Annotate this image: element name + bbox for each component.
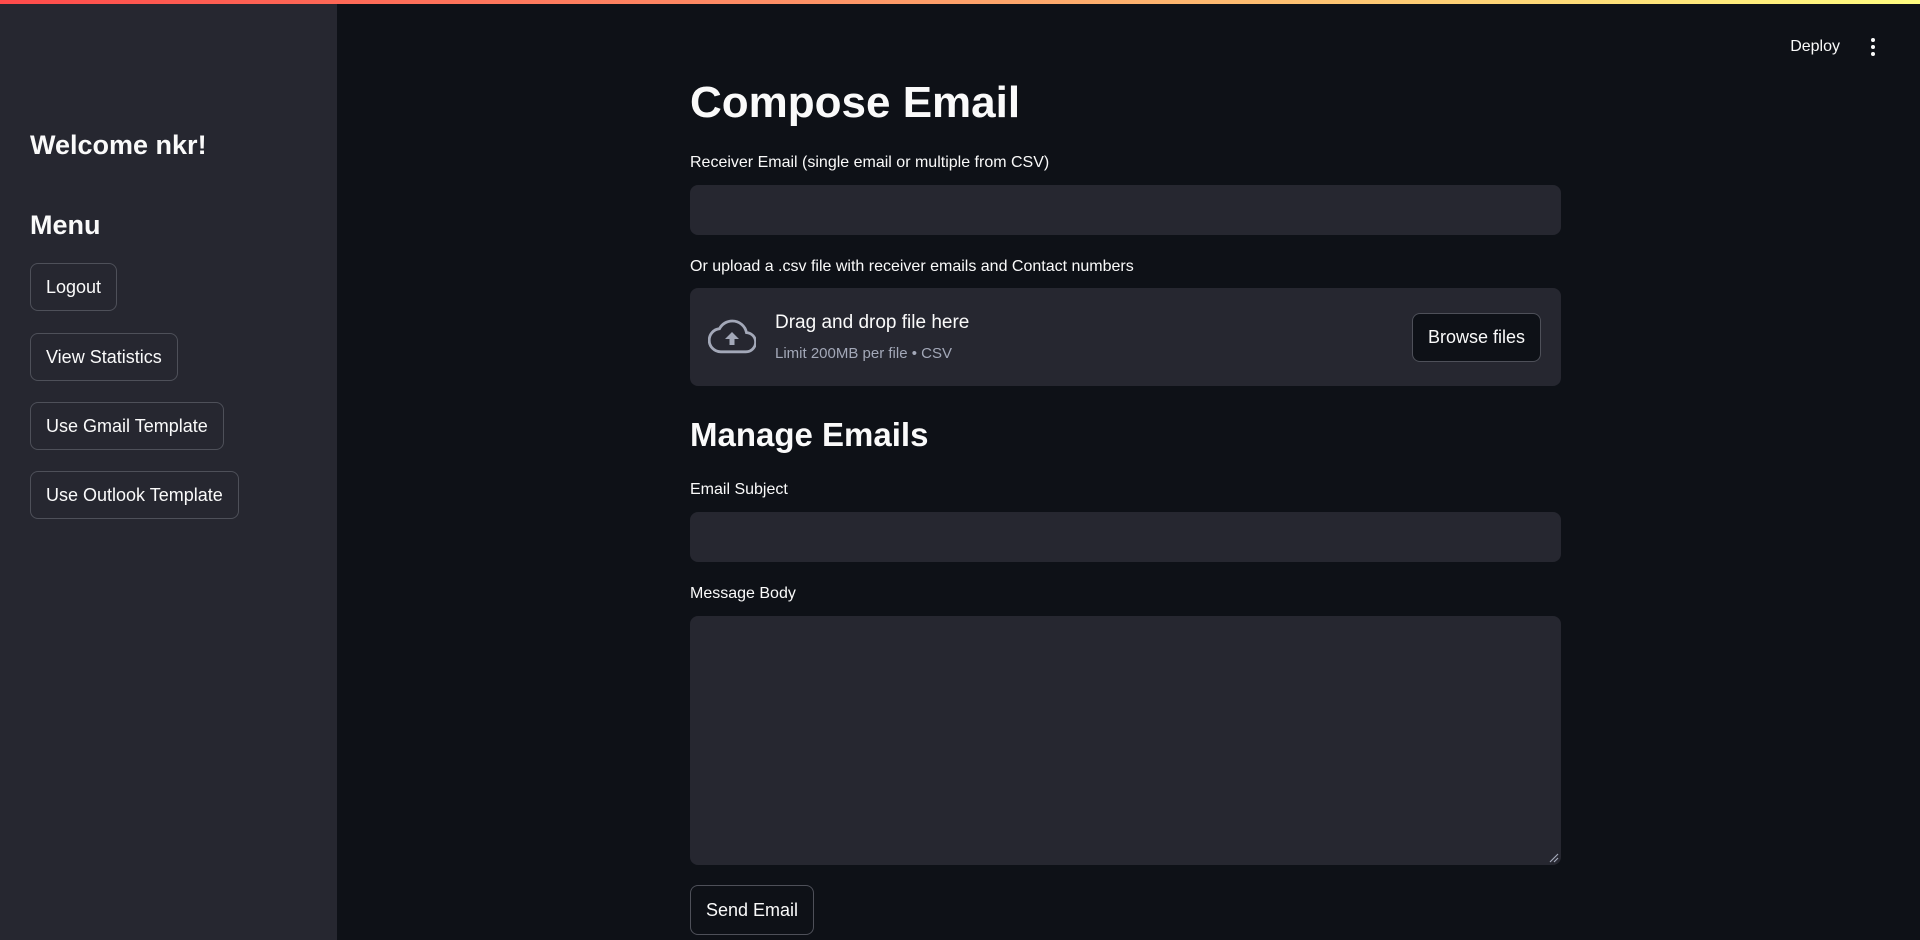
drag-drop-text: Drag and drop file here xyxy=(775,312,970,333)
cloud-upload-icon xyxy=(708,319,756,354)
resize-handle-icon[interactable] xyxy=(1547,851,1559,863)
browse-files-button[interactable]: Browse files xyxy=(1411,313,1541,362)
message-body-label: Message Body xyxy=(690,585,796,602)
welcome-heading: Welcome nkr! xyxy=(30,130,207,160)
use-gmail-template-button[interactable]: Use Gmail Template xyxy=(30,402,224,450)
kebab-menu-icon[interactable] xyxy=(1870,38,1876,58)
email-subject-input[interactable] xyxy=(690,512,1561,562)
logout-button[interactable]: Logout xyxy=(30,263,118,311)
message-body-textarea[interactable] xyxy=(690,616,1561,865)
email-subject-label: Email Subject xyxy=(690,481,788,498)
deploy-button[interactable]: Deploy xyxy=(1790,38,1840,56)
sidebar: Welcome nkr! Menu Logout View Statistics… xyxy=(0,4,337,940)
csv-upload-label: Or upload a .csv file with receiver emai… xyxy=(690,258,1134,275)
manage-emails-heading: Manage Emails xyxy=(690,416,929,453)
upload-limit-text: Limit 200MB per file • CSV xyxy=(775,345,952,362)
menu-heading: Menu xyxy=(30,210,101,240)
page-title: Compose Email xyxy=(690,78,1021,127)
file-dropzone[interactable]: Drag and drop file here Limit 200MB per … xyxy=(690,288,1561,386)
receiver-email-label: Receiver Email (single email or multiple… xyxy=(690,154,1050,171)
send-email-button[interactable]: Send Email xyxy=(690,885,815,935)
receiver-email-input[interactable] xyxy=(690,185,1561,235)
use-outlook-template-button[interactable]: Use Outlook Template xyxy=(30,471,239,519)
view-statistics-button[interactable]: View Statistics xyxy=(30,333,178,381)
